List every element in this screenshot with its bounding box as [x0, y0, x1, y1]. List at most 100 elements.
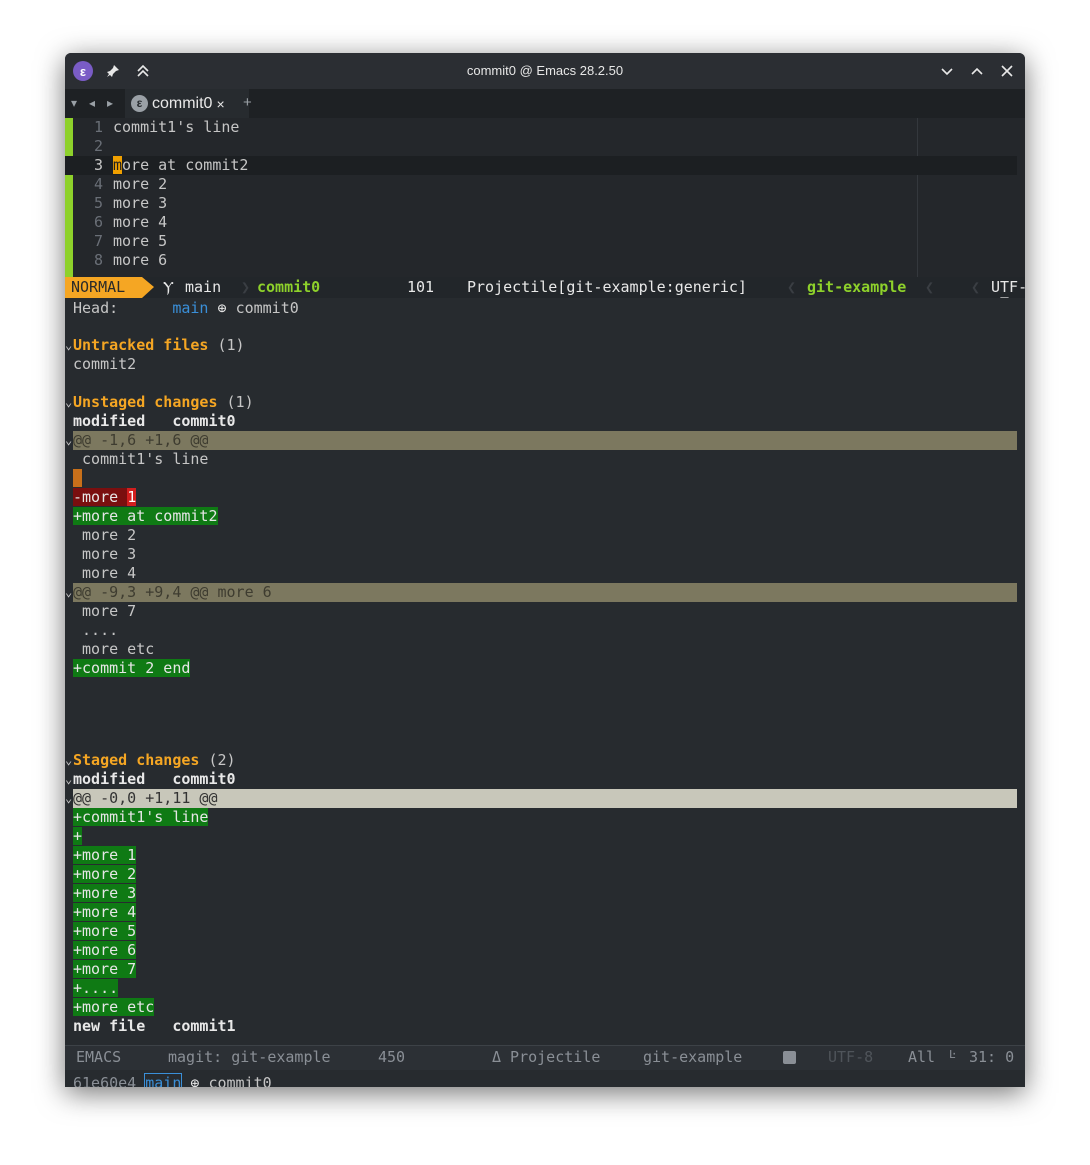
tab-next-icon[interactable]: ▸	[107, 96, 113, 110]
section-toggle-icon[interactable]: ⌄	[65, 789, 72, 808]
untracked-header[interactable]: Untracked files	[73, 336, 208, 354]
file-buffer[interactable]: 1 commit1's line 2 3 more at commit2 4 more 25…	[65, 118, 1025, 277]
tab-add-icon[interactable]: +	[243, 94, 252, 111]
head-label: Head:	[73, 299, 119, 317]
hunk-header: @@ -0,0 +1,11 @@	[73, 789, 218, 807]
head-branch: main	[172, 299, 209, 317]
modeline-separator-3: ❮	[925, 278, 935, 296]
magit-text	[65, 621, 73, 639]
section-toggle-icon[interactable]: ⌄	[65, 583, 72, 602]
context-line: more etc	[73, 640, 155, 658]
blank-context-marker	[73, 469, 83, 487]
cursor: m	[113, 156, 123, 174]
staged-file-row[interactable]: modified commit0	[65, 770, 236, 789]
added-line: +more 5	[73, 922, 137, 940]
diff-added-row: +more 5	[65, 922, 137, 941]
tab-commit0[interactable]: ε commit0 ×	[125, 89, 249, 118]
eol-icon	[783, 1051, 796, 1064]
context-line: more 4	[73, 564, 137, 582]
hunk-header-row[interactable]: @@ -1,6 +1,6 @@	[73, 431, 1017, 450]
diff-added-row: +more etc	[65, 998, 155, 1017]
line-text: more 2	[113, 175, 168, 193]
staged-header[interactable]: Staged changes	[73, 751, 199, 769]
tab-menu-icon[interactable]: ▾	[71, 96, 77, 110]
untracked-section-header[interactable]: Untracked files (1)	[65, 336, 245, 355]
diff-added-row: +more 4	[65, 903, 137, 922]
added-line: +	[73, 827, 83, 845]
removed-highlight: 1	[127, 488, 137, 506]
hunk-header-row[interactable]: @@ -9,3 +9,4 @@ more 6	[73, 583, 1017, 602]
added-line: +commit1's line	[73, 808, 209, 826]
magit-text	[65, 808, 73, 826]
line-text: more 4	[113, 213, 168, 231]
magit-text	[65, 960, 73, 978]
diff-added-row: +more 6	[65, 941, 137, 960]
section-toggle-icon[interactable]: ⌄	[65, 431, 72, 450]
magit-text	[65, 545, 73, 563]
modeline-project: git-example	[643, 1048, 743, 1066]
maximize-icon[interactable]	[967, 61, 987, 81]
context-line: more 2	[73, 526, 137, 544]
magit-text	[65, 393, 73, 411]
file-name[interactable]: commit0	[172, 412, 235, 430]
line-number: 3	[93, 156, 103, 174]
minimize-icon[interactable]	[937, 61, 957, 81]
magit-status-buffer[interactable]: Head: main ⊕ commit0 ⌄ Untracked files (1)…	[65, 298, 1025, 1087]
tab-prev-icon[interactable]: ◂	[89, 96, 95, 110]
file-name[interactable]: commit1	[172, 1017, 235, 1035]
magit-text	[208, 336, 217, 354]
unstaged-section-header[interactable]: Unstaged changes (1)	[65, 393, 254, 412]
magit-text	[65, 469, 73, 487]
added-line: +....	[73, 979, 119, 997]
title-bar: ε commit0 @ Emacs 28.2.50	[65, 53, 1025, 89]
project-name: git-example	[807, 278, 907, 296]
unstaged-header[interactable]: Unstaged changes	[73, 393, 218, 411]
branch-icon: Ⲩ	[163, 278, 174, 296]
bottom-modeline: EMACS magit: git-example 450 Δ Projectil…	[65, 1045, 1025, 1070]
buffer-line: 7 more 5	[65, 232, 1017, 251]
magit-text	[227, 299, 236, 317]
untracked-file-row[interactable]: commit2	[65, 355, 136, 374]
diff-added-row: +....	[65, 979, 119, 998]
magit-text	[208, 299, 217, 317]
file-name[interactable]: commit0	[172, 770, 235, 788]
staged-section-header[interactable]: Staged changes (2)	[65, 751, 236, 770]
magit-text	[118, 299, 172, 317]
magit-text	[65, 640, 73, 658]
diff-context-row: ....	[65, 621, 118, 640]
context-line: more 3	[73, 545, 137, 563]
magit-text	[65, 922, 73, 940]
tab-close-icon[interactable]: ×	[216, 96, 224, 112]
modeline-separator-4: ❮	[971, 278, 981, 296]
commit-icon: ⊕	[217, 299, 227, 317]
line-count: 101	[407, 278, 435, 296]
state-separator	[142, 277, 154, 298]
staged-file-row[interactable]: new file commit1	[65, 1017, 236, 1036]
magit-text	[65, 941, 73, 959]
encoding: UTF-	[991, 278, 1025, 296]
diff-added-row: +	[65, 827, 83, 846]
line-number: 7	[93, 232, 103, 250]
buffer-line: 4 more 2	[65, 175, 1017, 194]
hunk-header: @@ -1,6 +1,6 @@	[73, 431, 209, 449]
unstaged-file-row[interactable]: modified commit0	[65, 412, 236, 431]
head-commit: commit0	[235, 299, 299, 317]
modeline-projectile: Δ Projectile	[492, 1048, 601, 1066]
buffer-line: 3 more at commit2	[65, 156, 1017, 175]
added-line: +more 3	[73, 884, 137, 902]
buffer-line: 5 more 3	[65, 194, 1017, 213]
buffer-line: 1 commit1's line	[65, 118, 1017, 137]
added-line: +more at commit2	[73, 507, 218, 525]
magit-text	[65, 336, 73, 354]
diff-added-row: +more 1	[65, 846, 137, 865]
magit-text	[65, 903, 73, 921]
modeline-separator-2: ❮	[787, 278, 797, 296]
close-icon[interactable]	[997, 61, 1017, 81]
line-number: 2	[93, 137, 103, 155]
magit-text	[65, 865, 73, 883]
hunk-header-row[interactable]: @@ -0,0 +1,11 @@	[73, 789, 1017, 808]
untracked-count: (1)	[217, 336, 245, 354]
untracked-file[interactable]: commit2	[73, 355, 136, 373]
added-line: +commit 2 end	[73, 659, 191, 677]
added-line: +more 1	[73, 846, 137, 864]
